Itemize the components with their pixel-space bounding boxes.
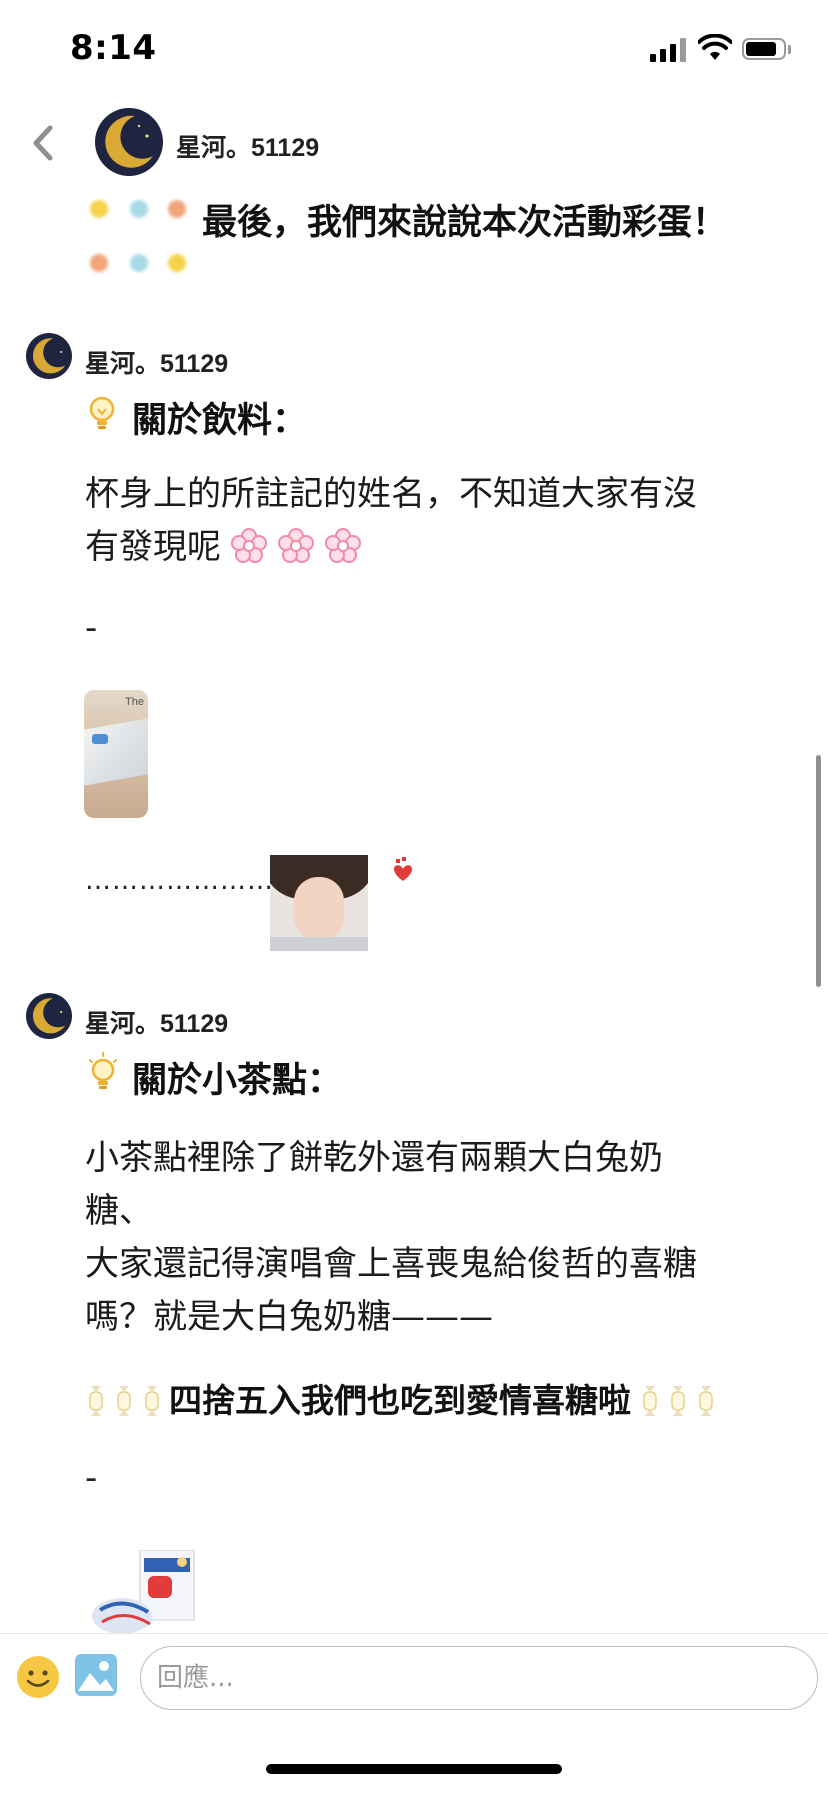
separator: - — [85, 608, 98, 648]
battery-icon — [742, 38, 792, 62]
cellular-signal-icon — [650, 38, 688, 62]
candy-icon — [699, 1386, 713, 1416]
post-body-line: 杯身上的所註記的姓名，不知道大家有沒 — [85, 474, 697, 514]
decor-dot — [130, 254, 148, 272]
decor-dot — [90, 254, 108, 272]
post-body-line: 小茶點裡除了餅乾外還有兩顆大白兔奶 — [85, 1138, 663, 1178]
reply-input[interactable] — [140, 1646, 818, 1710]
decor-dot — [90, 200, 108, 218]
candy-icon — [643, 1386, 657, 1416]
flower-icon — [231, 528, 267, 563]
lightbulb-icon — [89, 396, 115, 429]
avatar[interactable] — [26, 993, 72, 1039]
chevron-left-icon[interactable] — [28, 122, 58, 164]
candy-icon — [89, 1386, 103, 1416]
post-body-line: 嗎？就是大白兔奶糖——— — [85, 1297, 493, 1337]
sticker-image[interactable] — [270, 855, 368, 951]
decor-dot — [168, 254, 186, 272]
candy-icon — [117, 1386, 131, 1416]
candy-icon — [671, 1386, 685, 1416]
post-username: 星河。51129 — [85, 1010, 229, 1038]
decor-dot — [130, 200, 148, 218]
intro-heading: 最後，我們來說說本次活動彩蛋！ — [202, 203, 728, 243]
candy-icon — [145, 1386, 159, 1416]
flower-icon — [278, 528, 314, 563]
post-body-line-with-flowers: 有發現呢 — [85, 521, 362, 574]
post-username: 星河。51129 — [85, 350, 229, 378]
wifi-icon — [698, 34, 732, 60]
avatar[interactable] — [95, 108, 163, 176]
post-title: 關於小茶點： — [132, 1061, 343, 1101]
header-username: 星河。51129 — [176, 134, 320, 162]
drink-cup-photo[interactable]: The — [84, 690, 148, 818]
image-icon[interactable] — [74, 1653, 118, 1697]
smiley-icon[interactable] — [16, 1655, 60, 1699]
lightbulb-icon — [89, 1052, 117, 1089]
post-title: 關於飲料： — [132, 401, 308, 441]
scrollbar[interactable] — [816, 755, 821, 987]
separator: - — [85, 1458, 98, 1498]
post-body-line: 有發現呢 — [85, 527, 221, 567]
photo-caption: The — [125, 696, 144, 708]
post-body-line: 大家還記得演唱會上喜喪鬼給俊哲的喜糖 — [85, 1244, 697, 1284]
flower-icon — [325, 528, 361, 563]
decor-dot — [168, 200, 186, 218]
highlight-line: 四捨五入我們也吃到愛情喜糖啦 — [85, 1374, 723, 1422]
ellipsis-text: ………………… — [85, 866, 274, 896]
avatar[interactable] — [26, 333, 72, 379]
highlight-text: 四捨五入我們也吃到愛情喜糖啦 — [169, 1381, 631, 1420]
heart-icon — [394, 857, 412, 881]
candy-photo[interactable] — [92, 1550, 204, 1636]
status-time: 8:14 — [70, 28, 157, 68]
home-indicator[interactable] — [266, 1764, 562, 1774]
post-body-line: 糖、 — [85, 1191, 153, 1231]
